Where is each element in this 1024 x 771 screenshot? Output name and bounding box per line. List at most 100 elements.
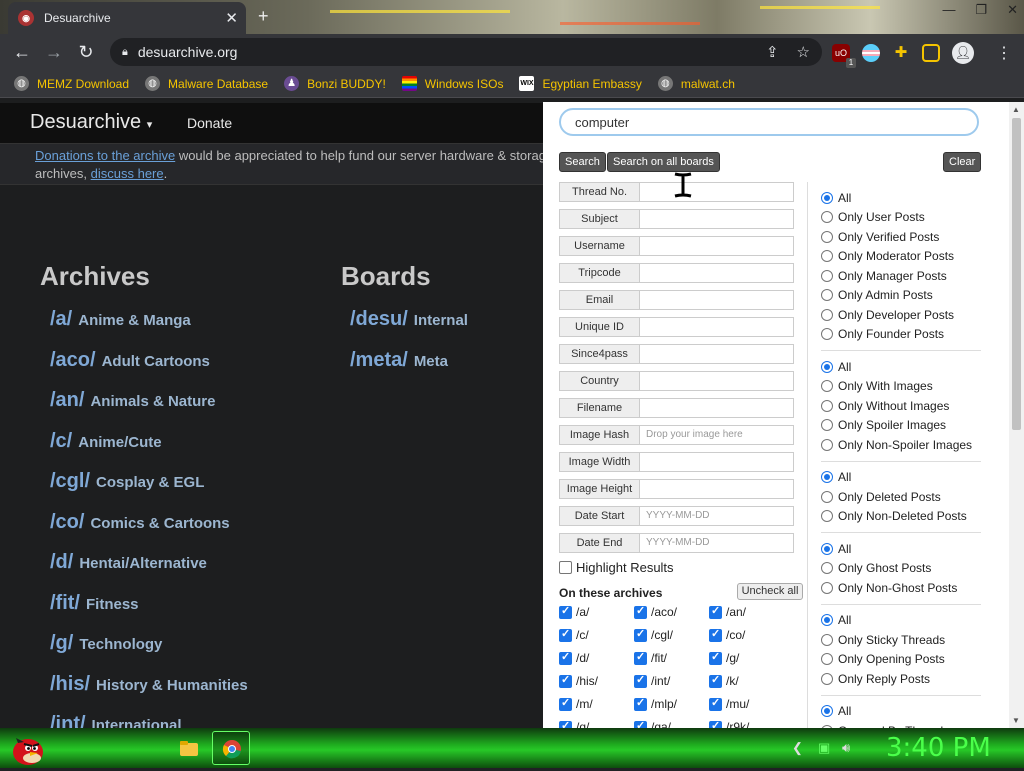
radio-unselected[interactable] <box>821 399 833 412</box>
radio-option[interactable]: All <box>821 188 981 208</box>
archive-checkbox-item[interactable]: /mu/ <box>709 696 784 712</box>
checkbox-checked[interactable] <box>634 650 647 665</box>
flag-extension-icon[interactable] <box>862 44 880 62</box>
checkbox-checked[interactable] <box>709 719 722 728</box>
radio-option[interactable]: Only Founder Posts <box>821 325 981 345</box>
search-field-input[interactable] <box>640 452 794 472</box>
radio-unselected[interactable] <box>821 562 833 575</box>
radio-option[interactable]: Only Moderator Posts <box>821 247 981 267</box>
scroll-up-icon[interactable]: ▲ <box>1012 105 1020 114</box>
radio-option[interactable]: Only Reply Posts <box>821 669 981 689</box>
radio-option[interactable]: Only Admin Posts <box>821 286 981 306</box>
radio-unselected[interactable] <box>821 230 833 243</box>
list-item[interactable]: /g/Technology <box>50 632 248 673</box>
radio-option[interactable]: All <box>821 702 981 722</box>
archive-checkbox-item[interactable]: /g/ <box>709 650 784 666</box>
list-item[interactable]: /co/Comics & Cartoons <box>50 511 248 552</box>
radio-option[interactable]: Only Sticky Threads <box>821 630 981 650</box>
archive-checkbox-item[interactable]: /qa/ <box>634 719 709 728</box>
checkbox-checked[interactable] <box>634 673 647 688</box>
radio-option[interactable]: Only Non-Deleted Posts <box>821 507 981 527</box>
radio-option[interactable]: Only With Images <box>821 377 981 397</box>
donate-link[interactable]: Donate <box>187 115 232 131</box>
search-field-input[interactable] <box>640 344 794 364</box>
radio-option[interactable]: Only Developer Posts <box>821 305 981 325</box>
archive-checkbox-item[interactable]: /an/ <box>709 604 784 620</box>
radio-option[interactable]: Only Ghost Posts <box>821 559 981 579</box>
search-field-input[interactable] <box>640 371 794 391</box>
radio-unselected[interactable] <box>821 211 833 224</box>
tray-chevron-icon[interactable]: ❮ <box>792 740 803 756</box>
brand-dropdown[interactable]: Desuarchive ▾ <box>30 111 152 134</box>
radio-unselected[interactable] <box>821 289 833 302</box>
highlight-checkbox[interactable] <box>559 561 572 574</box>
bookmark-star-icon[interactable]: ☆ <box>797 43 810 61</box>
checkbox-checked[interactable] <box>634 719 647 728</box>
radio-option[interactable]: All <box>821 357 981 377</box>
list-item[interactable]: /meta/Meta <box>350 349 468 390</box>
checkbox-checked[interactable] <box>634 604 647 619</box>
minimize-icon[interactable]: — <box>942 2 955 18</box>
taskbar-clock[interactable]: 3:40 PM <box>886 733 991 763</box>
archive-checkbox-item[interactable]: /c/ <box>559 627 634 643</box>
checkbox-checked[interactable] <box>559 604 572 619</box>
radio-selected[interactable] <box>821 614 833 627</box>
radio-option[interactable]: Only Non-Ghost Posts <box>821 578 981 598</box>
highlight-results-option[interactable]: Highlight Results <box>559 560 674 575</box>
bookmark-malwatch[interactable]: ◍ malwat.ch <box>657 76 735 91</box>
side-panel-icon[interactable] <box>922 44 940 62</box>
radio-unselected[interactable] <box>821 328 833 341</box>
archive-checkbox-item[interactable]: /r9k/ <box>709 719 784 728</box>
scrollbar-thumb[interactable] <box>1012 118 1021 430</box>
share-icon[interactable]: ⇪ <box>766 43 779 61</box>
checkbox-checked[interactable] <box>709 696 722 711</box>
radio-option[interactable]: Only Non-Spoiler Images <box>821 435 981 455</box>
search-field-input[interactable] <box>640 182 794 202</box>
reload-icon[interactable]: ↻ <box>70 42 102 63</box>
taskbar-file-explorer[interactable] <box>170 731 208 765</box>
radio-option[interactable]: Only Without Images <box>821 396 981 416</box>
network-icon[interactable]: ▣ <box>818 740 830 756</box>
checkbox-checked[interactable] <box>634 627 647 642</box>
list-item[interactable]: /an/Animals & Nature <box>50 389 248 430</box>
radio-option[interactable]: Only Spoiler Images <box>821 416 981 436</box>
ublock-icon[interactable]: uO 1 <box>832 44 856 68</box>
puzzle-extensions-icon[interactable]: ✚ <box>892 44 910 62</box>
search-field-input[interactable]: YYYY-MM-DD <box>640 533 794 553</box>
radio-unselected[interactable] <box>821 380 833 393</box>
angry-bird-start-icon[interactable] <box>8 728 46 768</box>
radio-unselected[interactable] <box>821 269 833 282</box>
search-field-input[interactable]: Drop your image here <box>640 425 794 445</box>
checkbox-checked[interactable] <box>634 696 647 711</box>
profile-avatar-icon[interactable]: 👤︎ <box>952 42 974 64</box>
archive-checkbox-item[interactable]: /his/ <box>559 673 634 689</box>
taskbar-chrome[interactable] <box>212 731 250 765</box>
menu-kebab-icon[interactable]: ⋮ <box>996 43 1012 63</box>
archive-checkbox-item[interactable]: /d/ <box>559 650 634 666</box>
radio-option[interactable]: Grouped By Threads <box>821 721 981 728</box>
archive-checkbox-item[interactable]: /cgl/ <box>634 627 709 643</box>
bookmark-bonzi[interactable]: ♟ Bonzi BUDDY! <box>284 76 386 91</box>
forward-arrow-icon[interactable]: → <box>38 42 70 63</box>
bookmark-memz[interactable]: ◍ MEMZ Download <box>14 76 129 91</box>
radio-option[interactable]: Only Opening Posts <box>821 650 981 670</box>
search-field-input[interactable] <box>640 236 794 256</box>
list-item[interactable]: /desu/Internal <box>350 308 468 349</box>
search-field-input[interactable] <box>640 263 794 283</box>
page-scrollbar[interactable]: ▲ ▼ <box>1009 102 1024 728</box>
radio-option[interactable]: All <box>821 468 981 488</box>
search-all-boards-button[interactable]: Search on all boards <box>607 152 720 172</box>
radio-selected[interactable] <box>821 191 833 204</box>
radio-option[interactable]: All <box>821 539 981 559</box>
list-item[interactable]: /c/Anime/Cute <box>50 430 248 471</box>
archive-checkbox-item[interactable]: /aco/ <box>634 604 709 620</box>
search-input[interactable] <box>559 108 979 136</box>
archive-checkbox-item[interactable]: /m/ <box>559 696 634 712</box>
list-item[interactable]: /his/History & Humanities <box>50 673 248 714</box>
browser-tab[interactable]: ◉ Desuarchive ✕ <box>8 2 246 34</box>
uncheck-all-button[interactable]: Uncheck all <box>737 583 803 600</box>
radio-unselected[interactable] <box>821 419 833 432</box>
search-button[interactable]: Search <box>559 152 606 172</box>
list-item[interactable]: /a/Anime & Manga <box>50 308 248 349</box>
search-field-input[interactable]: YYYY-MM-DD <box>640 506 794 526</box>
